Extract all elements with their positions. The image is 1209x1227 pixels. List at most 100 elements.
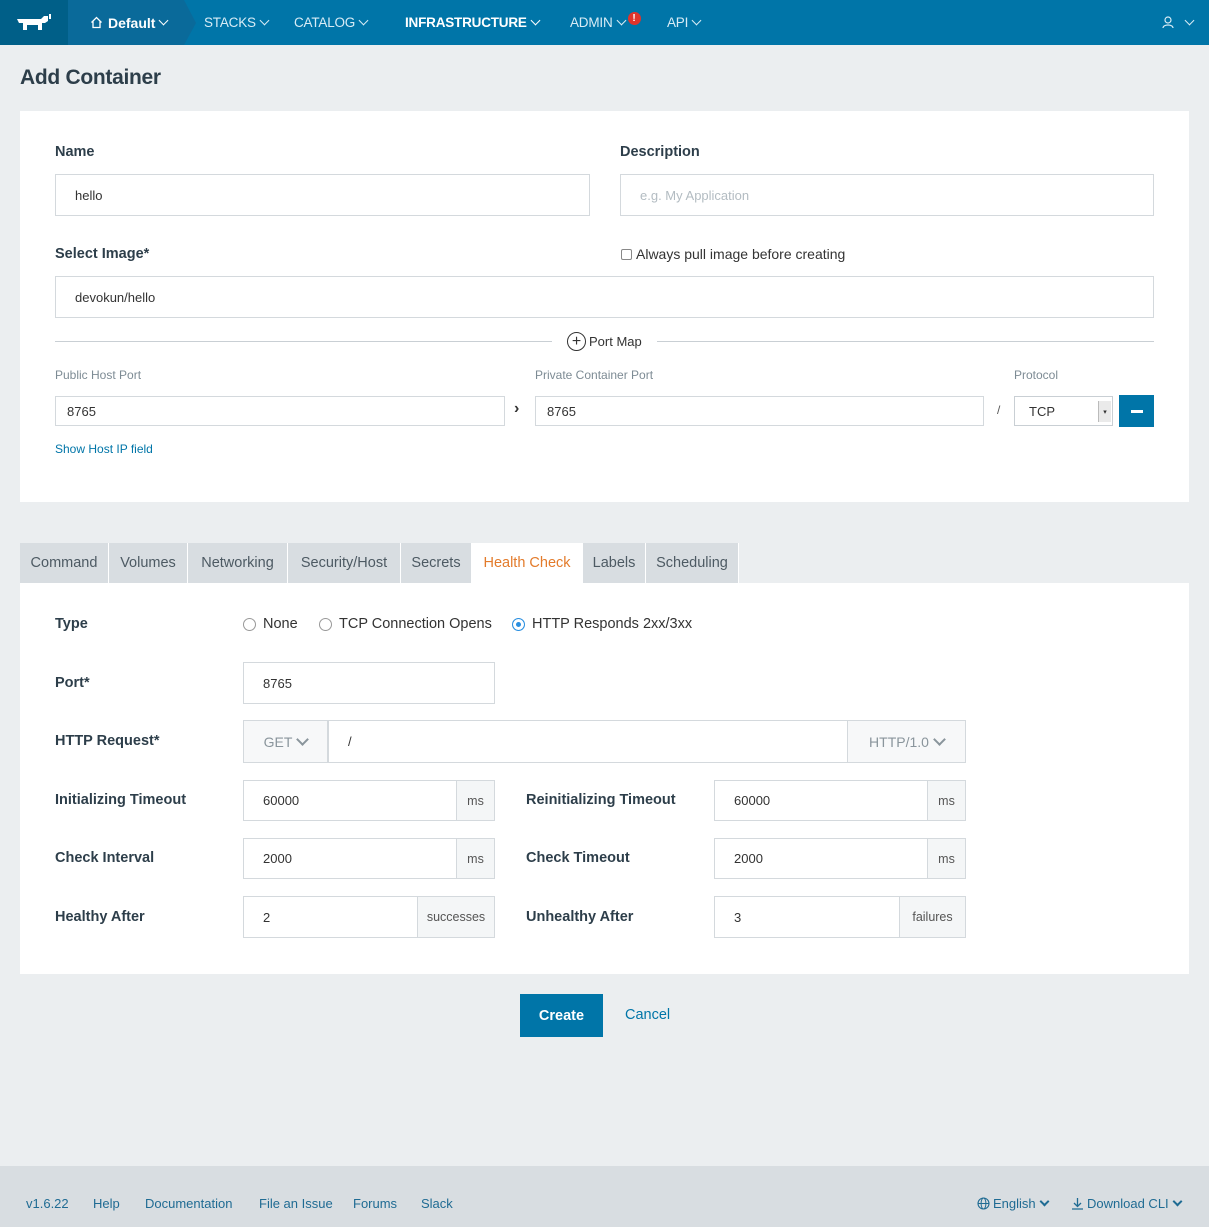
check-interval-label: Check Interval [55,850,155,866]
health-port-input[interactable]: 8765 [243,662,495,704]
select-image-label: Select Image* [55,246,150,262]
check-timeout-label: Check Timeout [526,850,630,866]
globe-icon [977,1197,990,1210]
private-container-port-label: Private Container Port [535,368,654,382]
tab-secrets[interactable]: Secrets [401,543,472,583]
cancel-button[interactable]: Cancel [625,1007,670,1023]
always-pull-checkbox[interactable]: Always pull image before creating [621,246,845,262]
healthy-after-input[interactable]: 2 [243,896,418,938]
unit-ms: ms [928,780,966,821]
nav-admin[interactable]: ADMIN! [570,0,641,45]
chevron-right-icon: › [514,400,520,417]
tab-volumes[interactable]: Volumes [109,543,188,583]
http-version-value: HTTP/1.0 [869,733,929,750]
select-arrow-icon: ▾ [1098,401,1111,422]
reinitializing-timeout-input[interactable]: 60000 [714,780,928,821]
create-button[interactable]: Create [520,994,603,1037]
reinitializing-timeout-label: Reinitializing Timeout [526,792,676,808]
unit-ms: ms [457,780,495,821]
nav-api[interactable]: API [667,0,702,45]
nav-stacks-label: STACKS [204,15,256,30]
tab-scheduling[interactable]: Scheduling [646,543,739,583]
nav-stacks[interactable]: STACKS [204,0,270,45]
type-radio-http[interactable]: HTTP Responds 2xx/3xx [512,616,692,632]
unhealthy-after-input[interactable]: 3 [714,896,900,938]
home-icon [91,16,102,29]
description-input[interactable]: e.g. My Application [620,174,1154,216]
port-separator: / [997,403,1001,417]
type-radio-tcp[interactable]: TCP Connection Opens [319,616,492,632]
tab-command[interactable]: Command [20,543,109,583]
divider [55,341,552,342]
chevron-down-icon [1184,15,1195,26]
http-method-select[interactable]: GET [243,720,328,763]
chevron-down-icon [616,15,626,26]
version-link[interactable]: v1.6.22 [26,1196,69,1211]
environment-label: Default [108,14,156,31]
type-radio-none[interactable]: None [243,616,298,632]
language-label: English [993,1196,1036,1211]
divider [657,341,1154,342]
checkbox-icon [621,248,632,260]
plus-circle-icon: + [567,332,586,351]
chevron-down-icon [296,733,310,746]
language-selector[interactable]: English [977,1196,1050,1211]
http-version-select[interactable]: HTTP/1.0 [847,720,966,763]
unit-successes: successes [418,896,495,938]
always-pull-label: Always pull image before creating [636,246,846,262]
healthy-after-label: Healthy After [55,909,145,925]
nav-infrastructure[interactable]: INFRASTRUCTURE [405,0,541,45]
port-map-label: Port Map [589,334,642,349]
private-container-port-input[interactable]: 8765 [535,396,984,426]
name-input[interactable]: hello [55,174,590,216]
protocol-select[interactable]: TCP ▾ [1014,396,1113,426]
unhealthy-after-label: Unhealthy After [526,909,634,925]
chevron-down-icon [358,15,369,26]
show-host-ip-link[interactable]: Show Host IP field [55,442,153,456]
tab-labels[interactable]: Labels [583,543,646,583]
chevron-down-icon [159,15,169,26]
type-none-label: None [263,616,298,632]
type-http-label: HTTP Responds 2xx/3xx [532,616,693,632]
nav-catalog-label: CATALOG [294,15,356,30]
chevron-down-icon [1039,1196,1050,1207]
environment-switcher[interactable]: Default [68,0,196,45]
help-link[interactable]: Help [93,1196,120,1211]
initializing-timeout-input[interactable]: 60000 [243,780,457,821]
chevron-down-icon [530,15,541,26]
download-cli-link[interactable]: Download CLI [1071,1196,1183,1211]
http-path-input[interactable]: / [328,720,848,763]
public-host-port-label: Public Host Port [55,368,142,382]
chevron-down-icon [691,15,702,26]
footer: v1.6.22 Help Documentation File an Issue… [0,1166,1209,1227]
tab-security-host[interactable]: Security/Host [288,543,401,583]
tab-health-check[interactable]: Health Check [472,543,583,583]
download-cli-label: Download CLI [1087,1196,1169,1211]
unit-ms: ms [928,838,966,879]
rancher-logo-icon[interactable] [0,0,68,45]
page-title: Add Container [20,66,161,89]
nav-api-label: API [667,15,689,30]
http-request-label: HTTP Request* [55,733,160,749]
nav-catalog[interactable]: CATALOG [294,0,369,45]
chevron-down-icon [259,15,270,26]
http-method-value: GET [263,733,293,750]
unit-failures: failures [900,896,966,938]
add-port-map-button[interactable]: + Port Map [567,332,642,351]
check-timeout-input[interactable]: 2000 [714,838,928,879]
check-interval-input[interactable]: 2000 [243,838,457,879]
chevron-down-icon [1172,1196,1183,1207]
image-input[interactable]: devokun/hello [55,276,1154,318]
documentation-link[interactable]: Documentation [145,1196,232,1211]
user-menu[interactable] [1162,0,1195,45]
slack-link[interactable]: Slack [421,1196,453,1211]
public-host-port-input[interactable]: 8765 [55,396,505,426]
tab-networking[interactable]: Networking [188,543,288,583]
forums-link[interactable]: Forums [353,1196,397,1211]
user-icon [1162,16,1174,29]
remove-port-button[interactable] [1119,395,1154,427]
top-nav: Default STACKS CATALOG INFRASTRUCTURE AD… [0,0,1209,45]
file-issue-link[interactable]: File an Issue [259,1196,333,1211]
port-label: Port* [55,675,90,691]
chevron-down-icon [933,733,946,746]
